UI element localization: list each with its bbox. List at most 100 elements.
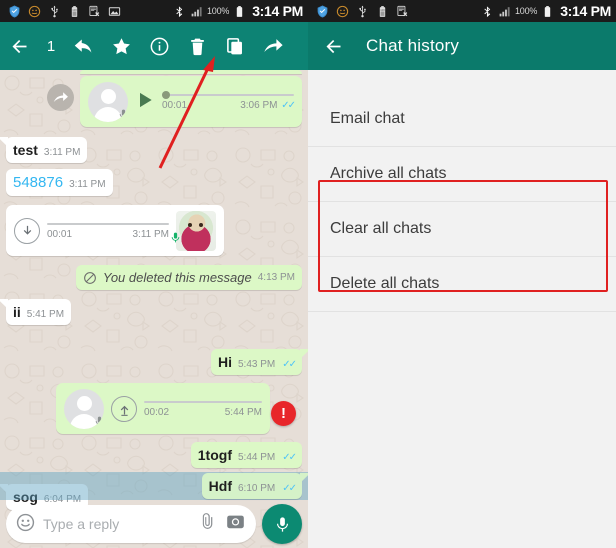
dual-screenshot: 100 100% 3:14 PM 1 00:01 3:06 PM ✓✓ test…: [0, 0, 616, 548]
upload-button[interactable]: [111, 396, 137, 422]
status-bar-right: 100 100% 3:14 PM: [308, 0, 616, 22]
camera-icon[interactable]: [225, 512, 246, 536]
text-bubble: test 3:11 PM: [0, 137, 88, 163]
back-button[interactable]: [0, 22, 38, 70]
message-audio-outgoing[interactable]: 00:01 3:06 PM ✓✓: [6, 76, 302, 127]
text-bubble: Hdf 6:10 PM ✓✓: [201, 473, 308, 499]
message-audio-incoming[interactable]: 00:01 3:11 PM: [6, 205, 302, 256]
message-timestamp: 6:10 PM: [237, 483, 276, 494]
battery-icon: [544, 5, 551, 17]
smiley-icon: [336, 5, 349, 17]
screenshot-icon: [397, 5, 408, 16]
message-timestamp: 4:13 PM: [257, 272, 295, 283]
audio-meta: 00:01 3:11 PM: [47, 229, 169, 240]
message-timestamp: 3:11 PM: [69, 179, 106, 190]
text-bubble: ii 5:41 PM: [0, 299, 72, 325]
menu-item-delete-all-chats[interactable]: Delete all chats: [308, 257, 616, 312]
message-text[interactable]: 548876: [13, 174, 63, 191]
reply-input-container[interactable]: Type a reply: [6, 505, 256, 543]
battery-saver-icon: 100: [379, 5, 385, 17]
menu-item-archive-all-chats[interactable]: Archive all chats: [308, 147, 616, 202]
download-icon: [23, 225, 31, 235]
seek-handle[interactable]: [162, 90, 170, 99]
deleted-bubble: You deleted this message 4:13 PM: [75, 265, 302, 290]
status-bar-left: 100 100% 3:14 PM: [0, 0, 308, 22]
star-button[interactable]: [102, 22, 140, 70]
audio-progress[interactable]: 00:01 3:11 PM: [47, 222, 169, 240]
status-bar-right-icons: 100% 3:14 PM: [173, 3, 303, 19]
screenshot-icon: [89, 5, 100, 16]
forward-button[interactable]: [254, 22, 292, 70]
message-text: Hi: [217, 354, 232, 370]
deleted-text: You deleted this message: [102, 270, 252, 285]
voice-record-button[interactable]: [262, 504, 302, 544]
message-timestamp: 5:41 PM: [26, 309, 65, 320]
message-composer: Type a reply: [0, 500, 308, 548]
upload-icon: [120, 405, 128, 416]
reply-input-placeholder[interactable]: Type a reply: [43, 516, 190, 532]
copy-button[interactable]: [216, 22, 254, 70]
message-text-incoming[interactable]: ii 5:41 PM: [0, 299, 302, 325]
avatar: [64, 389, 104, 429]
menu-top-spacer: [308, 70, 616, 92]
audio-progress[interactable]: 00:02 5:44 PM: [144, 400, 262, 418]
seek-bar[interactable]: [47, 222, 169, 225]
audio-duration: 00:02: [144, 406, 170, 418]
microphone-icon: [276, 516, 288, 532]
avatar: [88, 82, 128, 122]
message-timestamp: 3:11 PM: [43, 147, 81, 158]
info-button[interactable]: [140, 22, 178, 70]
audio-progress[interactable]: 00:01 3:06 PM ✓✓: [162, 90, 296, 111]
blocked-icon: [83, 271, 96, 284]
download-button[interactable]: [14, 218, 40, 244]
menu-item-email-chat[interactable]: Email chat: [308, 92, 616, 147]
audio-duration: 00:01: [47, 228, 73, 240]
message-text: Hdf: [208, 478, 232, 494]
chat-history-toolbar: Chat history: [308, 22, 616, 70]
message-partial[interactable]: [6, 70, 302, 74]
paperclip-icon[interactable]: [198, 512, 217, 536]
chat-history-menu: Email chat Archive all chats Clear all c…: [308, 70, 616, 548]
microphone-icon: [93, 415, 104, 429]
message-deleted[interactable]: You deleted this message 4:13 PM: [6, 265, 302, 290]
audio-bubble: 00:01 3:06 PM ✓✓: [80, 76, 302, 127]
status-bar-right-icons: 100% 3:14 PM: [481, 3, 611, 19]
dog-photo-thumbnail[interactable]: [176, 211, 216, 251]
menu-item-clear-all-chats[interactable]: Clear all chats: [308, 202, 616, 257]
bubble-tail-icon: [300, 473, 308, 483]
page-title: Chat history: [366, 36, 460, 55]
message-text-outgoing-selected[interactable]: Hdf 6:10 PM ✓✓: [6, 473, 308, 499]
play-button[interactable]: [135, 90, 155, 115]
emoji-icon[interactable]: [16, 513, 35, 535]
seek-bar[interactable]: [144, 400, 262, 403]
reply-button[interactable]: [64, 22, 102, 70]
message-timestamp: 5:43 PM: [237, 359, 276, 370]
message-timestamp: 5:44 PM: [224, 406, 262, 418]
usb-icon: [51, 5, 58, 17]
shield-icon: [317, 5, 328, 17]
microphone-icon: [117, 108, 128, 122]
selection-toolbar: 1: [0, 22, 308, 70]
message-text: ii: [13, 304, 21, 320]
selected-count-label: 1: [46, 37, 56, 55]
seek-bar[interactable]: [162, 90, 294, 99]
bubble-tail-icon: [0, 299, 8, 309]
copy-icon: [226, 37, 242, 54]
error-exclamation-icon[interactable]: !: [271, 401, 296, 426]
message-text-outgoing[interactable]: 1togf 5:44 PM ✓✓: [6, 442, 302, 468]
message-text-incoming-link[interactable]: 548876 3:11 PM: [6, 169, 302, 196]
message-text-incoming[interactable]: test 3:11 PM: [0, 137, 302, 163]
status-bar-left-icons: 100: [8, 5, 121, 18]
clock-label: 3:14 PM: [560, 3, 611, 19]
message-audio-outgoing-failed[interactable]: 00:02 5:44 PM !: [6, 383, 302, 434]
back-arrow-icon: [12, 39, 26, 53]
chat-message-list[interactable]: 00:01 3:06 PM ✓✓ test 3:11 PM 548876 3:1…: [0, 70, 308, 548]
battery-percent-label: 100%: [206, 6, 230, 16]
text-bubble: Hi 5:43 PM ✓✓: [210, 349, 308, 375]
message-text-outgoing[interactable]: Hi 5:43 PM ✓✓: [6, 349, 308, 375]
back-button[interactable]: [314, 22, 352, 70]
audio-meta: 00:02 5:44 PM: [144, 407, 262, 418]
trash-icon: [190, 38, 204, 55]
delete-button[interactable]: [178, 22, 216, 70]
message-text: 1togf: [197, 447, 232, 463]
